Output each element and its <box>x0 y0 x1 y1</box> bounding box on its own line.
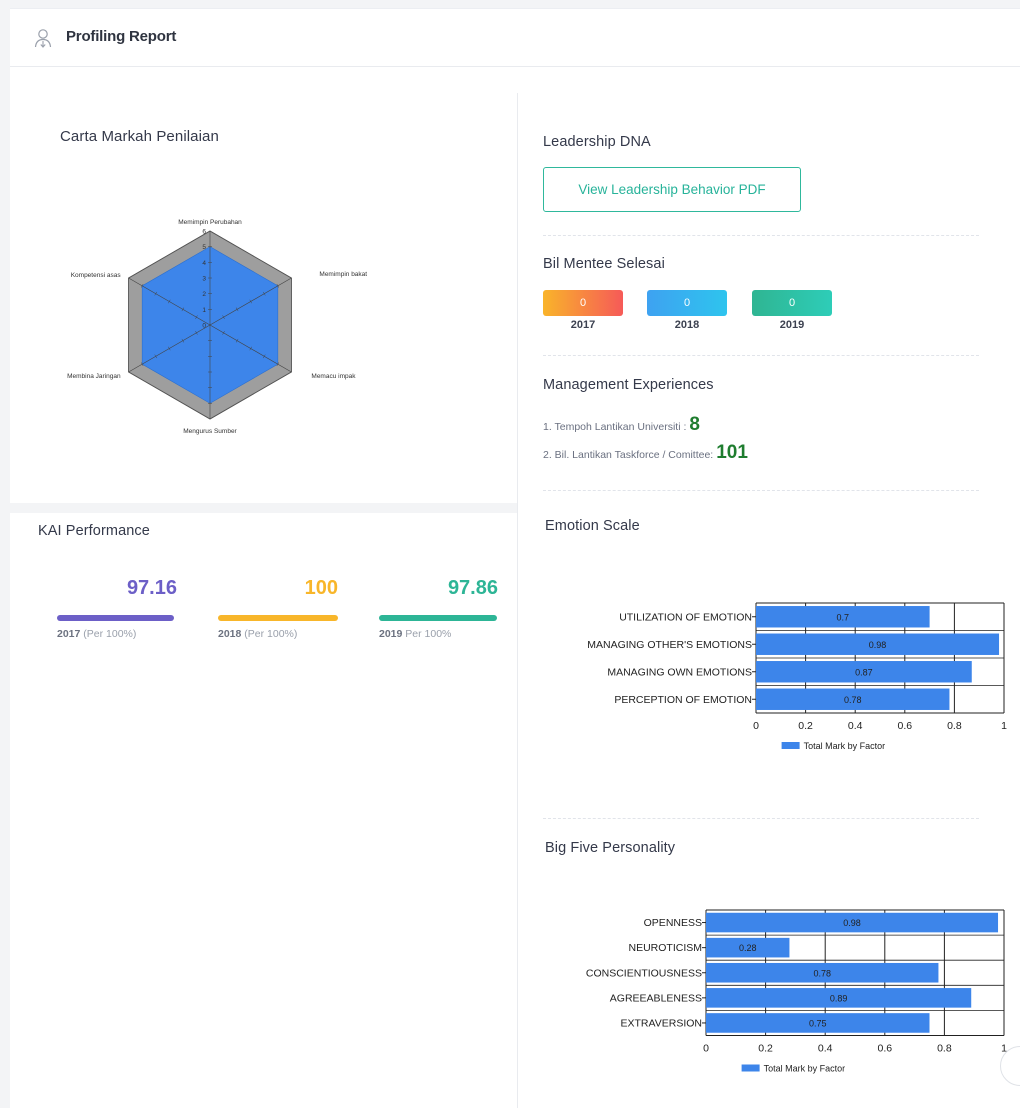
x-tick-label: 0.8 <box>947 720 962 732</box>
data-label: 0.98 <box>869 640 887 650</box>
kai-value-2017: 97.16 <box>126 577 177 599</box>
mentee-title: Bil Mentee Selesai <box>543 256 665 272</box>
mentee-year-2019: 2019 <box>779 319 805 331</box>
data-label: 0.75 <box>809 1018 827 1028</box>
card-header: Profiling Report <box>10 9 1020 67</box>
bigfive-chart: 0 0.2 0.4 0.6 0.8 10.98OPENNESS0.28NEUROTICIS… <box>586 909 1007 1074</box>
radar-axis-label: Memacu impak <box>311 373 356 380</box>
management-title: Management Experiences <box>543 377 714 393</box>
kai-year-suffix: (Per 100%) <box>83 628 137 640</box>
data-label: 0.78 <box>844 695 862 705</box>
management-line-2: 2. Bil. Lantikan Taskforce / Comittee: 1… <box>543 442 748 464</box>
kai-value-2018: 100 <box>304 577 338 599</box>
radar-axis-label: Kompetensi asas <box>71 272 122 279</box>
mentee-year-2017: 2017 <box>570 319 596 331</box>
legend-label: Total Mark by Factor <box>804 741 886 751</box>
x-tick-label: 0.2 <box>798 720 813 732</box>
divider <box>543 235 979 236</box>
radar-axis-label: Membina Jaringan <box>67 373 121 380</box>
radar-chart: 0 1 2 3 4 5 6 Memimpin Perubahan Memimpin bakat M… <box>67 219 367 435</box>
management-label: 2. Bil. Lantikan Taskforce / Comittee: <box>543 449 714 461</box>
x-tick-label: 0.6 <box>897 720 912 732</box>
view-pdf-button[interactable]: View Leadership Behavior PDF <box>543 167 801 212</box>
mentee-count-2019: 0 <box>752 290 832 316</box>
y-tick-label: CONSCIENTIOUSNESS <box>586 967 702 979</box>
radar-axis-label: Memimpin bakat <box>319 271 367 278</box>
kai-progress-2019 <box>379 615 497 621</box>
management-value: 8 <box>689 414 700 435</box>
y-tick-label: UTILIZATION OF EMOTION <box>619 611 752 623</box>
mentee-count-2018: 0 <box>647 290 727 316</box>
data-label: 0.87 <box>855 667 873 677</box>
kai-title: KAI Performance <box>38 523 150 539</box>
x-tick-label: 0 <box>703 1043 709 1055</box>
kai-progress-2017 <box>57 615 174 621</box>
section-gap <box>10 503 517 513</box>
management-line-1: 1. Tempoh Lantikan Universiti : 8 <box>543 414 700 436</box>
y-tick-label: OPENNESS <box>644 917 702 929</box>
kai-year-label: 2017 <box>57 628 81 640</box>
management-label: 1. Tempoh Lantikan Universiti : <box>543 421 687 433</box>
kai-year-label: 2019 <box>379 628 403 640</box>
radar-axis-label: Mengurus Sumber <box>183 428 237 435</box>
y-tick-label: NEUROTICISM <box>629 942 703 954</box>
legend-swatch <box>781 742 800 749</box>
kai-year-2018: 2018 (Per 100%) <box>218 628 297 640</box>
data-label: 0.7 <box>837 612 850 622</box>
y-tick-label: EXTRAVERSION <box>621 1017 703 1029</box>
divider <box>543 818 979 819</box>
y-tick-label: AGREEABLENESS <box>610 992 702 1004</box>
radar-tick-label: 6 <box>202 229 206 236</box>
page-title: Profiling Report <box>66 28 177 45</box>
radar-title: Carta Markah Penilaian <box>60 128 219 145</box>
data-label: 0.28 <box>739 943 757 953</box>
data-label: 0.89 <box>830 993 848 1003</box>
kai-year-suffix: Per 100% <box>405 628 452 640</box>
kai-year-label: 2018 <box>218 628 242 640</box>
legend-label: Total Mark by Factor <box>764 1064 846 1074</box>
x-tick-label: 0.6 <box>877 1043 892 1055</box>
kai-progress-2018 <box>218 615 338 621</box>
radar-tick-label: 0 <box>202 323 206 330</box>
x-tick-label: 0.8 <box>937 1043 952 1055</box>
x-tick-label: 0.4 <box>818 1043 833 1055</box>
kai-value-2019: 97.86 <box>447 577 498 599</box>
radar-tick-label: 3 <box>202 276 206 283</box>
data-label: 0.78 <box>813 968 831 978</box>
x-tick-label: 0.2 <box>758 1043 773 1055</box>
emotion-title: Emotion Scale <box>545 518 640 534</box>
y-tick-label: PERCEPTION OF EMOTION <box>614 694 752 706</box>
y-tick-label: MANAGING OWN EMOTIONS <box>607 666 752 678</box>
mentee-count-2017: 0 <box>543 290 623 316</box>
legend-swatch <box>741 1064 760 1072</box>
radar-tick-label: 5 <box>202 244 206 251</box>
bigfive-title: Big Five Personality <box>545 840 676 856</box>
leadership-title: Leadership DNA <box>543 134 651 150</box>
radar-axis-label: Memimpin Perubahan <box>178 219 242 226</box>
x-tick-label: 0.4 <box>848 720 863 732</box>
divider <box>543 355 979 356</box>
emotion-chart: 0 0.2 0.4 0.6 0.8 1 0.7 UTILIZATION OF EMOTION 0… <box>587 602 1007 751</box>
kai-year-suffix: (Per 100%) <box>244 628 298 640</box>
y-tick-label: MANAGING OTHER'S EMOTIONS <box>587 639 752 651</box>
user-icon <box>34 29 52 48</box>
mentee-year-2018: 2018 <box>674 319 700 331</box>
data-label: 0.98 <box>843 918 861 928</box>
x-tick-label: 1 <box>1001 720 1007 732</box>
kai-year-2017: 2017 (Per 100%) <box>57 628 136 640</box>
divider <box>543 490 979 491</box>
column-divider <box>517 93 518 1108</box>
radar-tick-label: 1 <box>202 307 206 314</box>
x-tick-label: 0 <box>753 720 759 732</box>
radar-tick-label: 4 <box>202 260 206 267</box>
kai-year-2019: 2019 Per 100% <box>379 628 451 640</box>
management-value: 101 <box>716 442 748 463</box>
radar-tick-label: 2 <box>202 291 206 298</box>
